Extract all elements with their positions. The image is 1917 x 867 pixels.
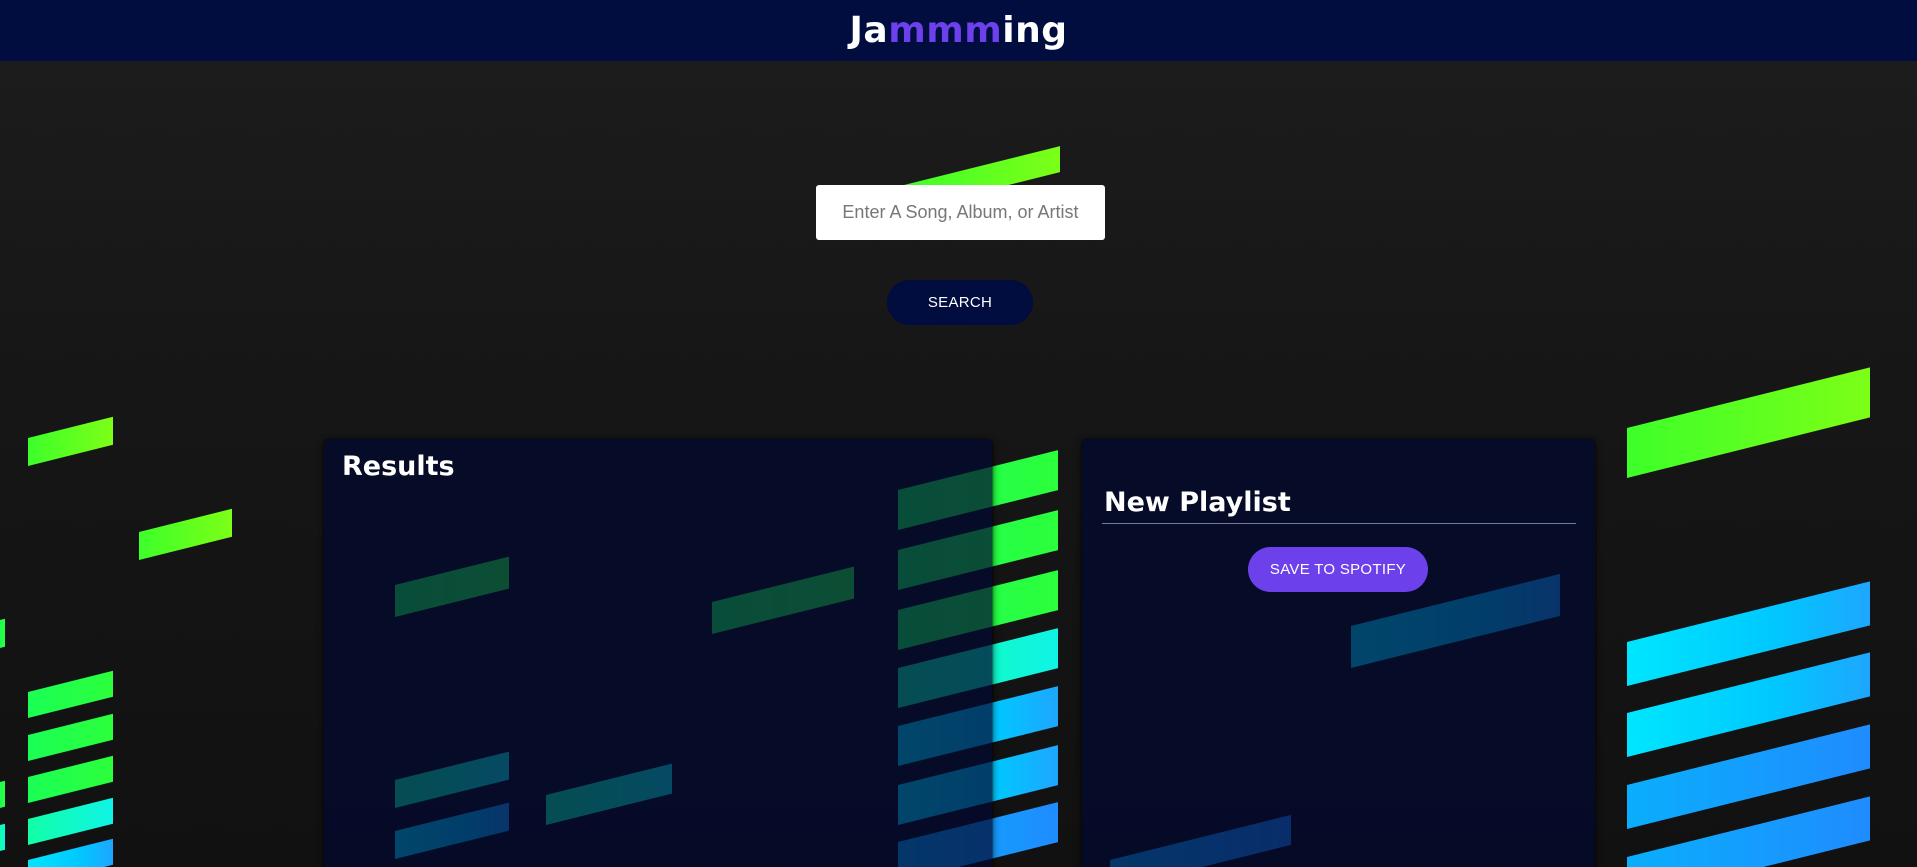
- brand-end: ing: [1002, 10, 1068, 51]
- equalizer-bar: [139, 508, 232, 560]
- brand-accent: mmm: [888, 10, 1003, 51]
- equalizer-bar: [28, 670, 113, 718]
- save-to-spotify-button[interactable]: SAVE TO SPOTIFY: [1248, 547, 1428, 592]
- equalizer-bar: [0, 618, 5, 648]
- playlist-name-input[interactable]: [1102, 481, 1576, 524]
- app-logo: Jammming: [850, 10, 1068, 51]
- playlist-panel: SAVE TO SPOTIFY: [1082, 439, 1595, 867]
- results-panel: Results: [324, 439, 992, 867]
- equalizer-bar: [0, 780, 5, 808]
- search-button[interactable]: SEARCH: [887, 280, 1033, 325]
- equalizer-bar: [1627, 367, 1870, 478]
- equalizer-bar: [0, 823, 5, 851]
- app-header: Jammming: [0, 0, 1917, 61]
- equalizer-bar: [28, 755, 113, 803]
- equalizer-bar: [28, 416, 113, 466]
- search-input[interactable]: [816, 185, 1105, 240]
- equalizer-bar: [28, 713, 113, 761]
- brand-start: Ja: [849, 10, 889, 51]
- equalizer-bar: [28, 838, 113, 867]
- results-title: Results: [342, 451, 455, 482]
- equalizer-bar: [28, 797, 113, 845]
